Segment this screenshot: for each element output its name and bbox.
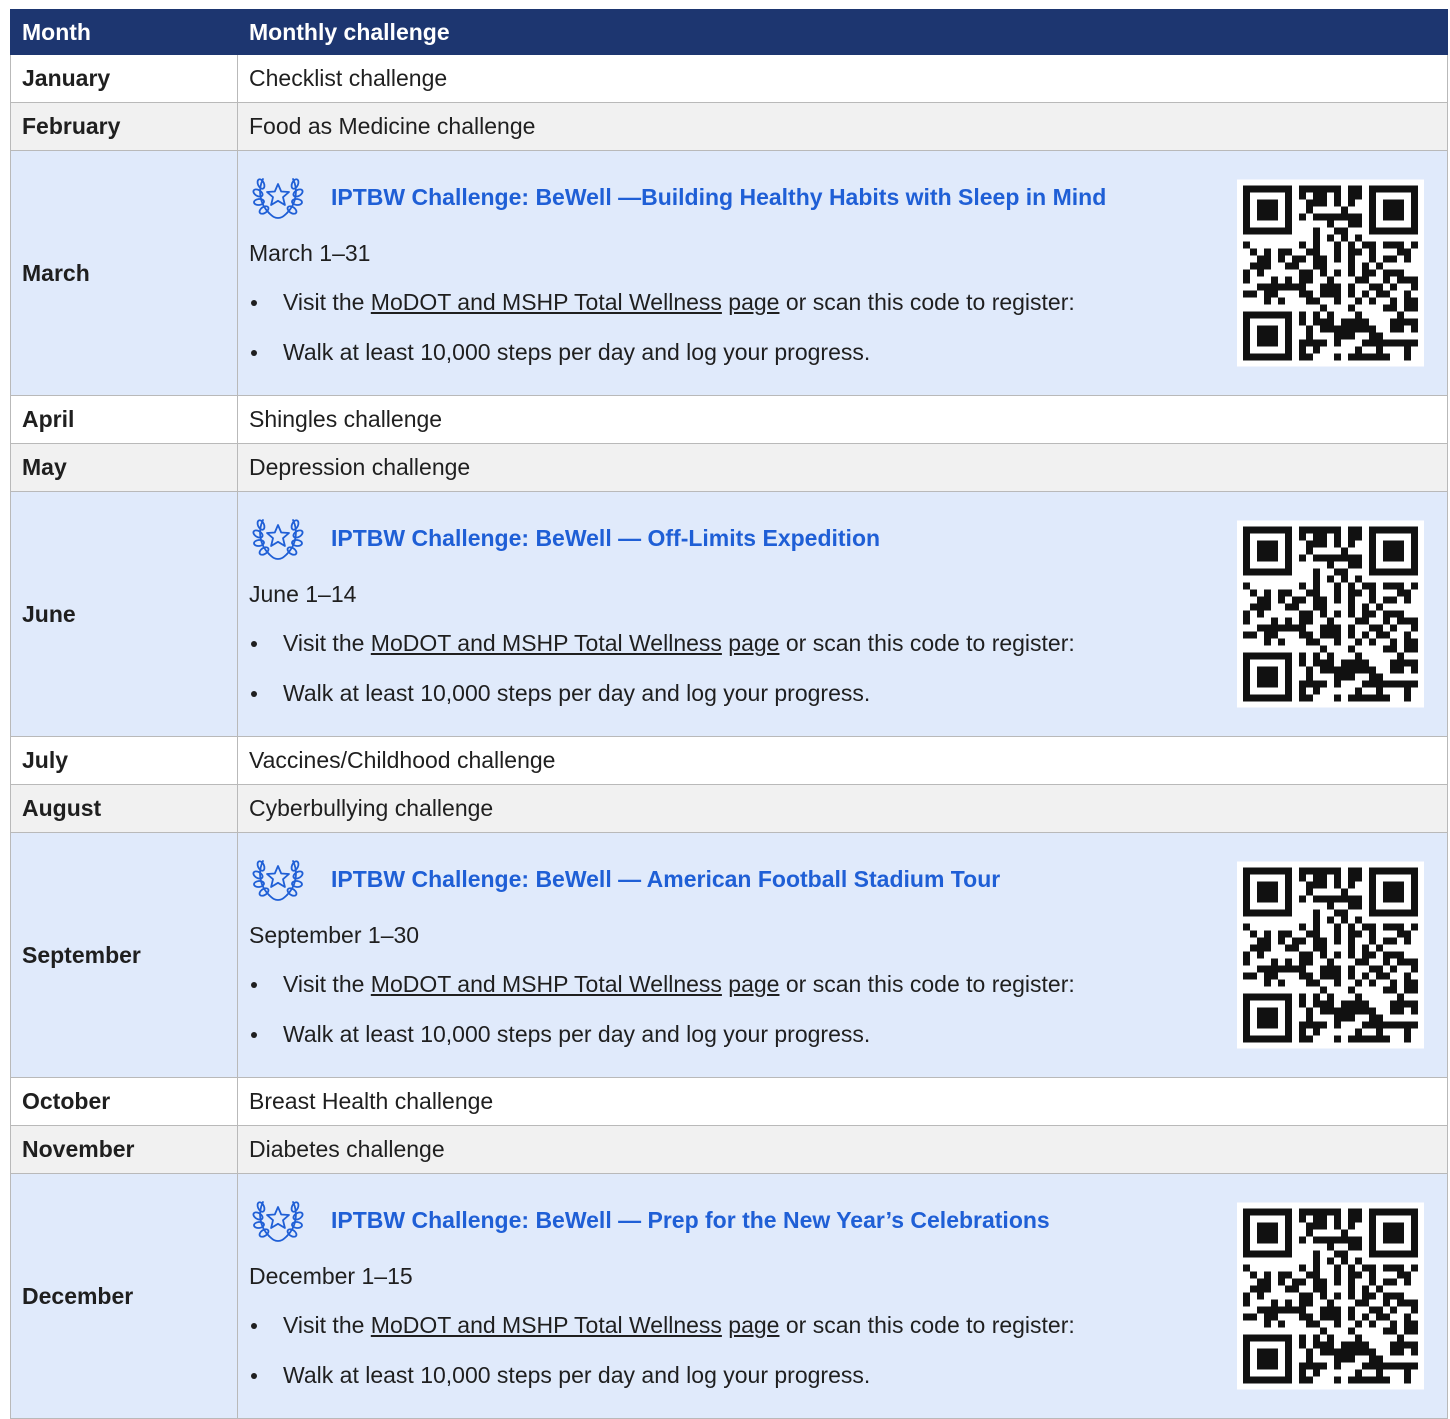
laurel-star-icon — [249, 512, 307, 564]
qr-code-icon[interactable] — [1237, 179, 1424, 367]
bullet-icon — [251, 1323, 257, 1329]
month-cell: May — [10, 443, 238, 492]
month-cell: August — [10, 784, 238, 833]
laurel-star-icon — [249, 1194, 307, 1246]
qr-code-icon[interactable] — [1237, 861, 1424, 1049]
featured-challenge-row: June IPTBW Challenge: BeWell — Off-Limit… — [10, 491, 1448, 737]
page-link[interactable]: page — [728, 289, 779, 315]
challenge-cell: Vaccines/Childhood challenge — [237, 736, 1448, 785]
table-row: July Vaccines/Childhood challenge — [10, 736, 1448, 785]
month-cell: June — [10, 491, 238, 737]
table-row: October Breast Health challenge — [10, 1077, 1448, 1126]
featured-challenge-row: September IPTBW Challenge: BeWell — Amer… — [10, 832, 1448, 1078]
table-row: February Food as Medicine challenge — [10, 102, 1448, 151]
qr-code-icon[interactable] — [1237, 1202, 1424, 1390]
bullet-icon — [251, 300, 257, 306]
laurel-star-icon — [249, 171, 307, 223]
challenge-cell: Breast Health challenge — [237, 1077, 1448, 1126]
month-column-header: Month — [10, 9, 238, 55]
walk-instruction: Walk at least 10,000 steps per day and l… — [283, 1021, 871, 1047]
featured-challenge: IPTBW Challenge: BeWell —Building Health… — [249, 151, 1436, 395]
month-cell: July — [10, 736, 238, 785]
total-wellness-link[interactable]: MoDOT and MSHP Total Wellness — [371, 1312, 722, 1338]
total-wellness-link[interactable]: MoDOT and MSHP Total Wellness — [371, 289, 722, 315]
challenge-column-header: Monthly challenge — [237, 9, 1448, 55]
qr-code-icon[interactable] — [1237, 520, 1424, 708]
month-cell: December — [10, 1173, 238, 1419]
walk-instruction: Walk at least 10,000 steps per day and l… — [283, 339, 871, 365]
month-cell: April — [10, 395, 238, 444]
month-cell: February — [10, 102, 238, 151]
title-text: IPTBW Challenge: BeWell —Building Health… — [331, 183, 1107, 210]
walk-instruction: Walk at least 10,000 steps per day and l… — [283, 1362, 871, 1388]
total-wellness-link[interactable]: MoDOT and MSHP Total Wellness — [371, 971, 722, 997]
challenge-cell: Food as Medicine challenge — [237, 102, 1448, 151]
featured-challenge: IPTBW Challenge: BeWell — Prep for the N… — [249, 1174, 1436, 1418]
challenge-cell: Cyberbullying challenge — [237, 784, 1448, 833]
table-header-row: Month Monthly challenge — [10, 9, 1448, 55]
title-text: IPTBW Challenge: BeWell — Prep for the N… — [331, 1206, 1050, 1233]
month-cell: January — [10, 54, 238, 103]
visit-suffix: or scan this code to register: — [779, 971, 1075, 997]
table-row: May Depression challenge — [10, 443, 1448, 492]
visit-suffix: or scan this code to register: — [779, 630, 1075, 656]
challenge-cell: Shingles challenge — [237, 395, 1448, 444]
monthly-challenge-table: Month Monthly challenge January Checklis… — [10, 9, 1448, 1419]
month-cell: March — [10, 150, 238, 396]
page-link[interactable]: page — [728, 971, 779, 997]
featured-challenge-cell: IPTBW Challenge: BeWell — Off-Limits Exp… — [237, 491, 1448, 737]
featured-challenge-cell: IPTBW Challenge: BeWell — American Footb… — [237, 832, 1448, 1078]
visit-suffix: or scan this code to register: — [779, 289, 1075, 315]
featured-challenge-cell: IPTBW Challenge: BeWell — Prep for the N… — [237, 1173, 1448, 1419]
total-wellness-link[interactable]: MoDOT and MSHP Total Wellness — [371, 630, 722, 656]
bullet-icon — [251, 350, 257, 356]
month-cell: September — [10, 832, 238, 1078]
table-row: April Shingles challenge — [10, 395, 1448, 444]
table-row: November Diabetes challenge — [10, 1125, 1448, 1174]
month-cell: October — [10, 1077, 238, 1126]
page-link[interactable]: page — [728, 1312, 779, 1338]
visit-prefix: Visit the — [283, 1312, 371, 1338]
visit-prefix: Visit the — [283, 289, 371, 315]
visit-suffix: or scan this code to register: — [779, 1312, 1075, 1338]
challenge-cell: Checklist challenge — [237, 54, 1448, 103]
bullet-icon — [251, 1032, 257, 1038]
laurel-star-icon — [249, 853, 307, 905]
challenge-cell: Depression challenge — [237, 443, 1448, 492]
bullet-icon — [251, 982, 257, 988]
bullet-icon — [251, 1373, 257, 1379]
page-link[interactable]: page — [728, 630, 779, 656]
visit-prefix: Visit the — [283, 630, 371, 656]
featured-challenge: IPTBW Challenge: BeWell — American Footb… — [249, 833, 1436, 1077]
visit-prefix: Visit the — [283, 971, 371, 997]
challenge-cell: Diabetes challenge — [237, 1125, 1448, 1174]
walk-instruction: Walk at least 10,000 steps per day and l… — [283, 680, 871, 706]
featured-challenge-cell: IPTBW Challenge: BeWell —Building Health… — [237, 150, 1448, 396]
bullet-icon — [251, 641, 257, 647]
table-row: January Checklist challenge — [10, 54, 1448, 103]
featured-challenge-row: December IPTBW Challenge: BeWell — Prep … — [10, 1173, 1448, 1419]
month-cell: November — [10, 1125, 238, 1174]
bullet-icon — [251, 691, 257, 697]
featured-challenge-row: March IPTBW Challenge: BeWell —Building … — [10, 150, 1448, 396]
featured-challenge: IPTBW Challenge: BeWell — Off-Limits Exp… — [249, 492, 1436, 736]
title-text: IPTBW Challenge: BeWell — American Footb… — [331, 865, 1001, 892]
title-text: IPTBW Challenge: BeWell — Off-Limits Exp… — [331, 524, 881, 551]
table-row: August Cyberbullying challenge — [10, 784, 1448, 833]
